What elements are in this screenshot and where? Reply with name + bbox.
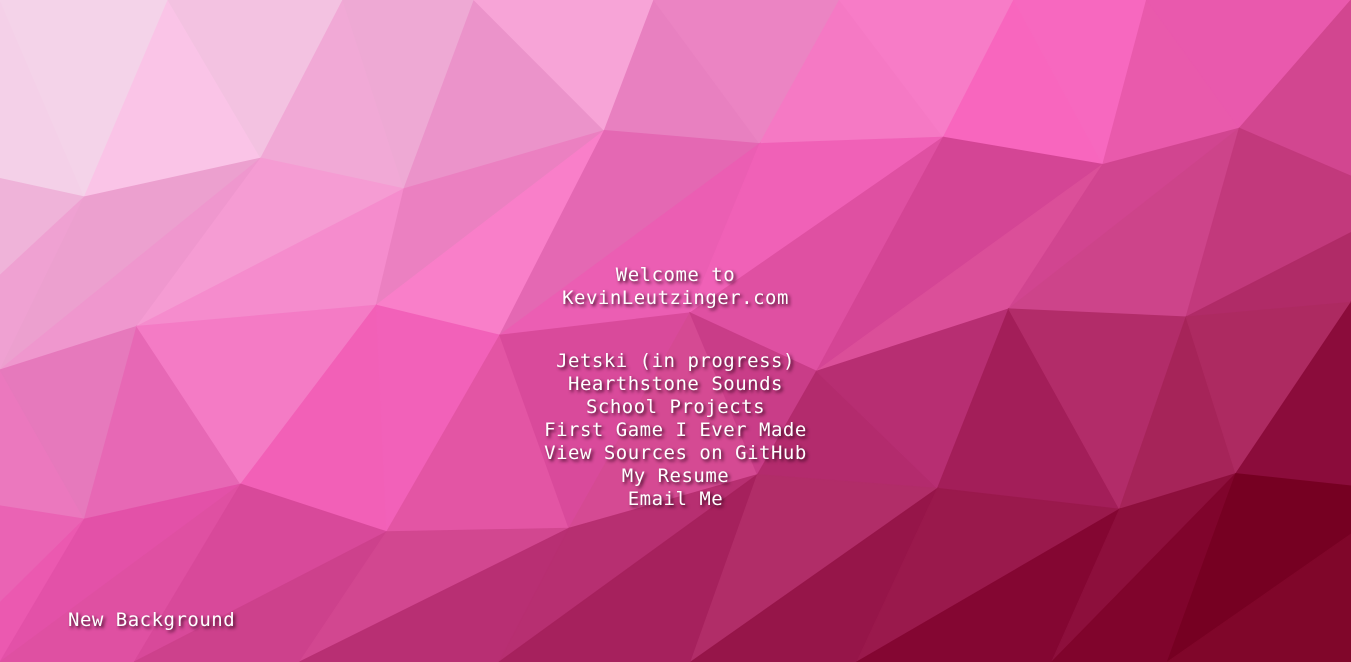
welcome-heading: Welcome to KevinLeutzinger.com [0, 264, 1351, 310]
link-label: Jetski (in progress) [556, 350, 795, 372]
link-label: School Projects [585, 396, 766, 418]
link-resume[interactable]: My Resume [0, 465, 1351, 488]
link-first-game[interactable]: First Game I Ever Made [0, 419, 1351, 442]
link-jetski[interactable]: Jetski (in progress) [0, 350, 1351, 373]
link-school-projects[interactable]: School Projects [0, 396, 1351, 419]
nav-links: Jetski (in progress) Hearthstone Sounds … [0, 350, 1351, 511]
link-label: View Sources on GitHub [544, 442, 807, 464]
welcome-line-1: Welcome to [615, 264, 736, 286]
link-github-sources[interactable]: View Sources on GitHub [0, 442, 1351, 465]
link-label: Hearthstone Sounds [568, 373, 783, 395]
link-hearthstone-sounds[interactable]: Hearthstone Sounds [0, 373, 1351, 396]
new-background-button[interactable]: New Background [68, 609, 235, 632]
link-email[interactable]: Email Me [0, 488, 1351, 511]
link-label: Email Me [627, 488, 724, 510]
link-label: First Game I Ever Made [544, 419, 807, 441]
site-name: KevinLeutzinger.com [562, 287, 789, 309]
low-poly-background [0, 0, 1351, 662]
link-label: My Resume [621, 465, 730, 487]
